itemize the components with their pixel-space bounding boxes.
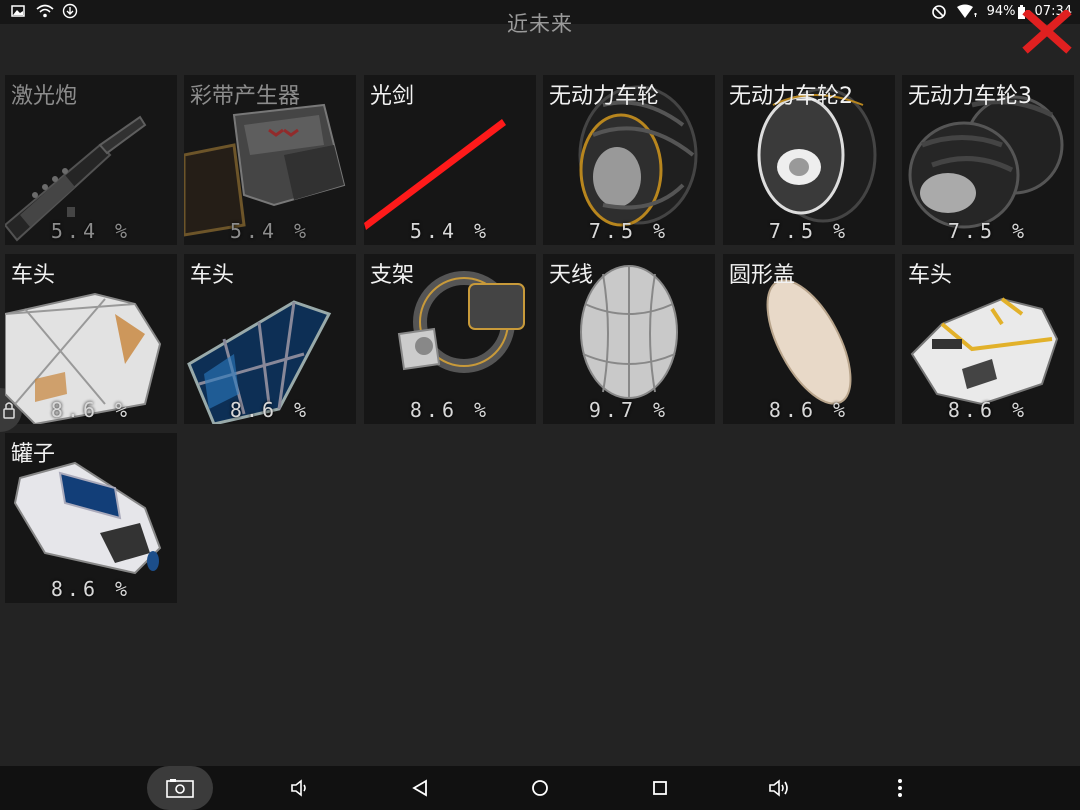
- item-card[interactable]: 罐子 8.6 %: [5, 433, 177, 603]
- item-card[interactable]: 激光炮 5.4 %: [5, 75, 177, 245]
- item-percent: 5.4 %: [229, 219, 311, 243]
- screenshot-icon: [166, 779, 194, 798]
- item-name: 无动力车轮2: [729, 84, 853, 109]
- item-percent: 8.6 %: [409, 398, 491, 422]
- home-icon: [532, 780, 548, 796]
- item-name: 罐子: [11, 442, 56, 467]
- more-button[interactable]: [868, 766, 932, 810]
- item-name: 圆形盖: [729, 263, 796, 288]
- item-percent: 8.6 %: [50, 577, 132, 601]
- item-percent: 7.5 %: [947, 219, 1029, 243]
- item-percent: 7.5 %: [768, 219, 850, 243]
- item-name: 光剑: [370, 84, 415, 109]
- item-name: 车头: [11, 263, 56, 288]
- volume-down-button[interactable]: [268, 766, 332, 810]
- item-name: 无动力车轮: [549, 84, 660, 109]
- item-card[interactable]: 彩带产生器 5.4 %: [184, 75, 356, 245]
- item-card[interactable]: 天线 9.7 %: [543, 254, 715, 424]
- back-button[interactable]: [388, 766, 452, 810]
- item-percent: 8.6 %: [947, 398, 1029, 422]
- item-name: 支架: [370, 263, 415, 288]
- volume-up-icon: [769, 779, 788, 797]
- item-percent: 8.6 %: [768, 398, 850, 422]
- recents-icon: [653, 781, 667, 795]
- item-name: 车头: [908, 263, 953, 288]
- item-percent: 5.4 %: [50, 219, 132, 243]
- item-percent: 8.6 %: [229, 398, 311, 422]
- back-icon: [412, 779, 427, 797]
- page-title: 近未来: [507, 12, 573, 36]
- item-card[interactable]: 车头 8.6 %: [902, 254, 1074, 424]
- close-x-icon: [1022, 8, 1072, 54]
- item-card[interactable]: 车头 8.6 %: [184, 254, 356, 424]
- volume-up-button[interactable]: [748, 766, 812, 810]
- item-name: 彩带产生器: [190, 84, 301, 109]
- item-name: 无动力车轮3: [908, 84, 1032, 109]
- item-card[interactable]: 圆形盖 8.6 %: [723, 254, 895, 424]
- item-name: 激光炮: [11, 84, 78, 109]
- item-card[interactable]: 光剑 5.4 %: [364, 75, 536, 245]
- home-button[interactable]: [508, 766, 572, 810]
- navigation-bar: [0, 766, 1080, 810]
- item-card[interactable]: 无动力车轮2 7.5 %: [723, 75, 895, 245]
- item-name: 天线: [549, 263, 594, 288]
- screenshot-button[interactable]: [148, 766, 212, 810]
- recents-button[interactable]: [628, 766, 692, 810]
- item-card[interactable]: 车头 8.6 %: [5, 254, 177, 424]
- item-percent: 8.6 %: [50, 398, 132, 422]
- more-icon: [898, 779, 902, 797]
- volume-down-icon: [291, 779, 306, 797]
- item-name: 车头: [190, 263, 235, 288]
- item-percent: 7.5 %: [588, 219, 670, 243]
- item-card[interactable]: 无动力车轮 7.5 %: [543, 75, 715, 245]
- close-button[interactable]: [1022, 8, 1072, 54]
- item-card[interactable]: 无动力车轮3 7.5 %: [902, 75, 1074, 245]
- item-percent: 5.4 %: [409, 219, 491, 243]
- item-percent: 9.7 %: [588, 398, 670, 422]
- item-card[interactable]: 支架 8.6 %: [364, 254, 536, 424]
